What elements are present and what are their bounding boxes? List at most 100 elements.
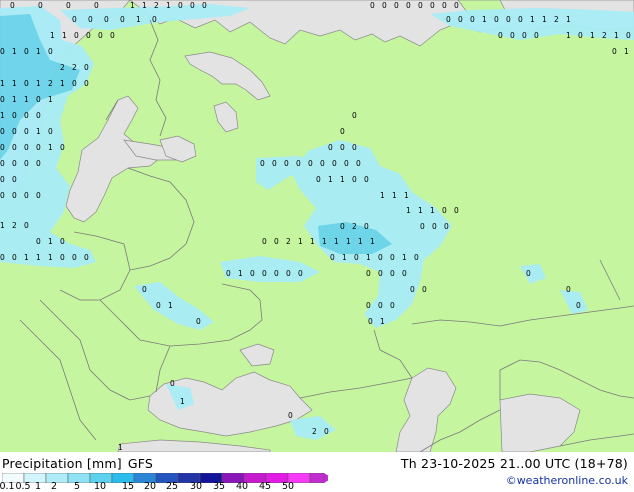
precip-value: 0 xyxy=(84,63,89,72)
colorbar-label: 15 xyxy=(121,481,135,492)
precip-value: 0 xyxy=(12,253,17,262)
precip-value: 0 xyxy=(378,301,383,310)
precip-value: 2 xyxy=(286,237,291,246)
precip-value: 1 xyxy=(0,79,5,88)
precip-value: 1 xyxy=(322,237,327,246)
precip-value: 0 xyxy=(94,1,99,10)
precip-value: 0 xyxy=(36,159,41,168)
precip-value: 1 xyxy=(48,237,53,246)
precip-value: 0 xyxy=(262,237,267,246)
precip-value: 0 xyxy=(354,253,359,262)
precip-value: 0 xyxy=(316,175,321,184)
precip-value: 0 xyxy=(262,269,267,278)
precip-value: 0 xyxy=(344,159,349,168)
precip-value: 2 xyxy=(60,63,65,72)
precip-value: 1 xyxy=(392,191,397,200)
precip-value: 0 xyxy=(458,15,463,24)
precip-value: 0 xyxy=(88,15,93,24)
precip-value: 0 xyxy=(286,269,291,278)
precip-value: 0 xyxy=(0,143,5,152)
precip-value: 0 xyxy=(332,159,337,168)
precip-value: 0 xyxy=(320,159,325,168)
precip-value: 1 xyxy=(168,301,173,310)
precip-value: 1 xyxy=(36,127,41,136)
precip-value: 0 xyxy=(432,222,437,231)
precip-value: 0 xyxy=(24,143,29,152)
precip-value: 1 xyxy=(0,111,5,120)
precip-value: 1 xyxy=(142,1,147,10)
precipitation-map: 0000000010112100000000000000100011210000… xyxy=(0,0,634,452)
precip-value: 0 xyxy=(382,1,387,10)
precip-value: 0 xyxy=(72,15,77,24)
precip-value: 0 xyxy=(494,15,499,24)
precip-value: 0 xyxy=(576,301,581,310)
precip-value: 1 xyxy=(12,95,17,104)
precip-value: 0 xyxy=(110,31,115,40)
precip-value: 0 xyxy=(190,1,195,10)
precip-value: 0 xyxy=(352,143,357,152)
precip-value: 0 xyxy=(196,317,201,326)
precip-value: 1 xyxy=(406,206,411,215)
precip-value: 0 xyxy=(0,127,5,136)
precip-value: 1 xyxy=(0,221,5,230)
precip-value: 0 xyxy=(414,253,419,262)
precip-value: 0 xyxy=(370,1,375,10)
colorbar-label: 10 xyxy=(93,481,107,492)
precip-value: 1 xyxy=(238,269,243,278)
precip-value: 0 xyxy=(356,159,361,168)
precip-value: 0 xyxy=(36,143,41,152)
precip-value: 1 xyxy=(50,31,55,40)
precip-value: 0 xyxy=(66,1,71,10)
precip-value: 0 xyxy=(24,127,29,136)
precip-value: 1 xyxy=(12,79,17,88)
precip-value: 0 xyxy=(156,301,161,310)
precip-value: 0 xyxy=(284,159,289,168)
precip-value: 1 xyxy=(530,15,535,24)
precip-value: 0 xyxy=(328,143,333,152)
precip-value: 0 xyxy=(84,79,89,88)
colorbar-label: 35 xyxy=(212,481,226,492)
precip-value: 0 xyxy=(24,47,29,56)
precip-value: 1 xyxy=(36,47,41,56)
precip-value: 0 xyxy=(12,111,17,120)
precip-value: 0 xyxy=(612,47,617,56)
precip-value: 0 xyxy=(152,15,157,24)
precip-value: 1 xyxy=(166,1,171,10)
precip-value: 0 xyxy=(366,301,371,310)
precip-value: 1 xyxy=(36,79,41,88)
precip-value: 0 xyxy=(390,301,395,310)
precip-value: 0 xyxy=(24,79,29,88)
precip-value: 0 xyxy=(506,15,511,24)
precip-value: 1 xyxy=(60,79,65,88)
precip-value: 1 xyxy=(24,253,29,262)
precip-value: 0 xyxy=(442,1,447,10)
legend-title-text: Precipitation [mm] xyxy=(2,456,122,471)
precip-value: 0 xyxy=(38,1,43,10)
precip-value: 1 xyxy=(404,191,409,200)
precip-value: 1 xyxy=(136,15,141,24)
precip-value: 0 xyxy=(0,95,5,104)
precip-value: 0 xyxy=(578,31,583,40)
precip-value: 0 xyxy=(366,269,371,278)
precip-value: 0 xyxy=(296,159,301,168)
precip-value: 0 xyxy=(418,1,423,10)
precip-value: 0 xyxy=(340,143,345,152)
precip-value: 1 xyxy=(614,31,619,40)
precip-value: 0 xyxy=(0,191,5,200)
precip-value: 1 xyxy=(358,237,363,246)
precip-value: 0 xyxy=(444,222,449,231)
precip-value: 0 xyxy=(498,31,503,40)
precip-value: 1 xyxy=(36,253,41,262)
precip-value: 2 xyxy=(352,222,357,231)
precip-value: 0 xyxy=(288,411,293,420)
precip-value: 0 xyxy=(352,111,357,120)
credit-link[interactable]: ©weatheronline.co.uk xyxy=(506,474,628,487)
colorbar-label: 45 xyxy=(258,481,272,492)
precip-value: 0 xyxy=(378,269,383,278)
precip-value: 0 xyxy=(274,269,279,278)
precip-value: 0 xyxy=(72,79,77,88)
precip-value: 0 xyxy=(12,143,17,152)
precip-value: 0 xyxy=(446,15,451,24)
precip-value: 0 xyxy=(308,159,313,168)
precip-value: 0 xyxy=(24,111,29,120)
